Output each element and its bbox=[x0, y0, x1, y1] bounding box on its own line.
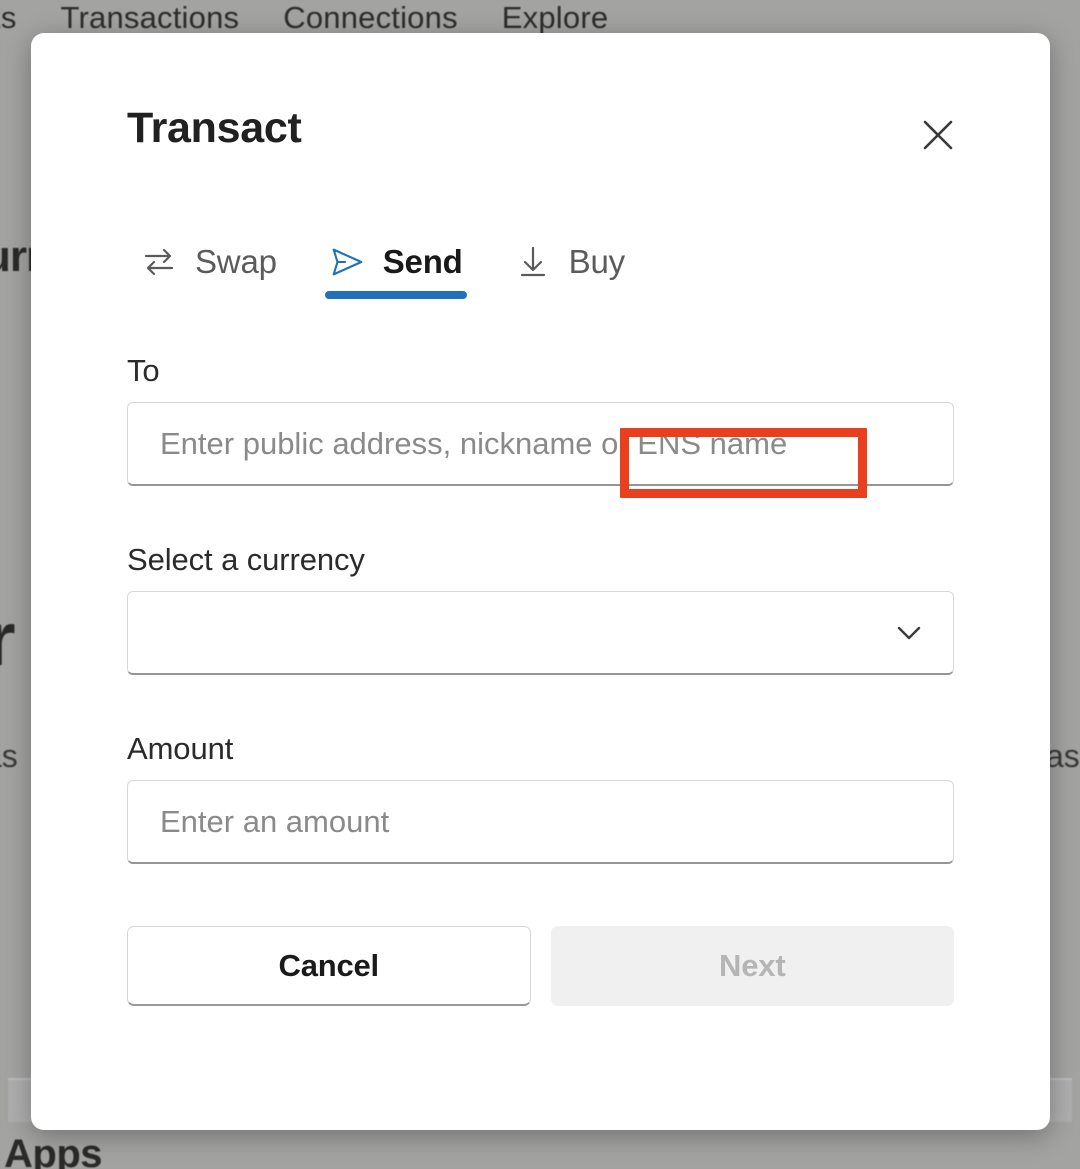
to-address-input[interactable] bbox=[127, 402, 954, 486]
swap-arrows-icon bbox=[139, 242, 179, 282]
modal-footer: Cancel Next bbox=[127, 926, 954, 1006]
next-button: Next bbox=[550, 926, 954, 1006]
nav-item-assets[interactable]: ts bbox=[0, 0, 39, 36]
tab-send-label: Send bbox=[382, 243, 463, 280]
nav-item-explore[interactable]: Explore bbox=[480, 0, 631, 36]
send-paper-plane-icon bbox=[327, 242, 367, 282]
tab-buy[interactable]: Buy bbox=[489, 219, 651, 305]
close-icon bbox=[919, 116, 957, 154]
transact-modal: Transact Swap Send Buy To Enter public a… bbox=[31, 33, 1050, 1130]
tab-send-active-underline bbox=[324, 291, 467, 299]
currency-field-group: Select a currency bbox=[127, 542, 954, 675]
download-arrow-icon bbox=[513, 242, 553, 282]
tab-send[interactable]: Send bbox=[303, 219, 489, 305]
tab-buy-label: Buy bbox=[568, 243, 625, 280]
amount-input[interactable] bbox=[127, 780, 954, 864]
background-text-fragment-left-low: as bbox=[0, 738, 18, 774]
background-text-fragment-left-mid: r bbox=[0, 596, 15, 683]
close-button[interactable] bbox=[914, 111, 962, 159]
tab-swap[interactable]: Swap bbox=[127, 219, 303, 305]
currency-select-input[interactable] bbox=[127, 591, 954, 675]
cancel-button[interactable]: Cancel bbox=[127, 926, 531, 1006]
currency-field-label: Select a currency bbox=[127, 542, 365, 577]
to-field-label: To bbox=[127, 353, 160, 388]
transact-tabs: Swap Send Buy bbox=[127, 219, 954, 305]
currency-select-wrapper[interactable] bbox=[127, 591, 954, 675]
nav-item-connections[interactable]: Connections bbox=[261, 0, 480, 36]
background-text-fragment-right-low: as bbox=[1046, 738, 1080, 774]
page-title: Transact bbox=[127, 104, 302, 152]
background-text-fragment-bottom: Apps bbox=[4, 1132, 102, 1169]
to-field-group: To bbox=[127, 353, 954, 486]
tab-swap-label: Swap bbox=[195, 243, 277, 280]
amount-field-group: Amount bbox=[127, 731, 954, 864]
modal-header: Transact bbox=[127, 33, 954, 159]
nav-item-transactions[interactable]: Transactions bbox=[39, 0, 262, 36]
amount-field-label: Amount bbox=[127, 731, 234, 766]
